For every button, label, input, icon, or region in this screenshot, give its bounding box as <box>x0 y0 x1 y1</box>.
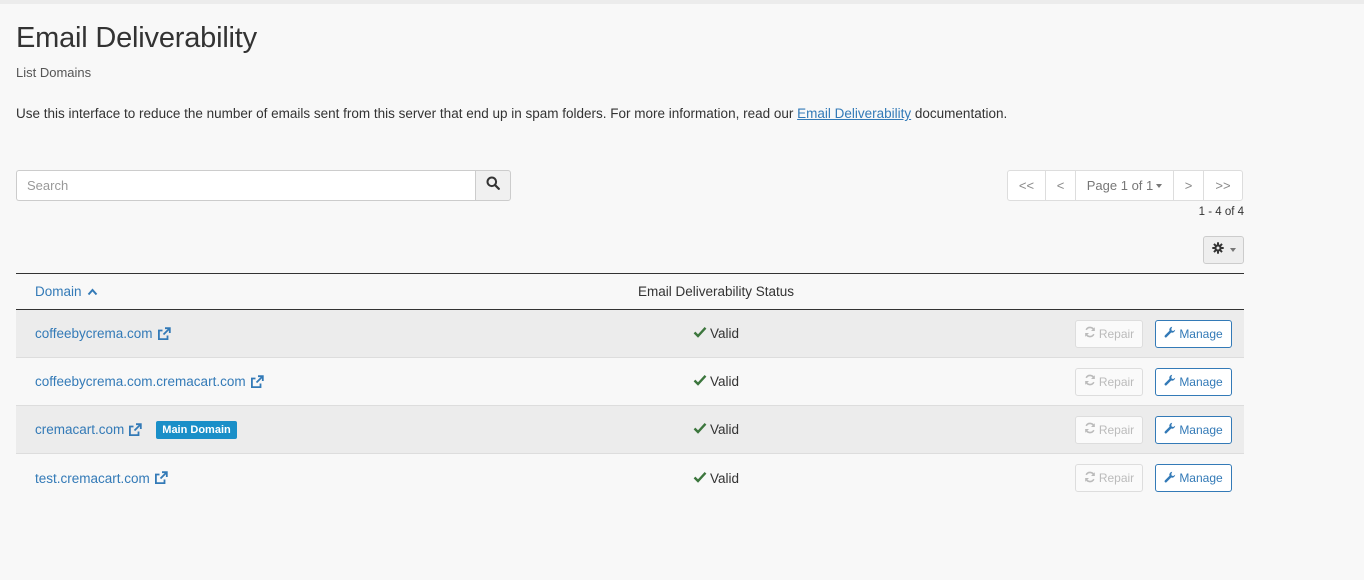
status-text: Valid <box>709 422 740 437</box>
check-icon <box>693 422 707 437</box>
repair-label: Repair <box>1098 471 1135 485</box>
chevron-up-icon <box>87 284 98 299</box>
wrench-icon <box>1164 374 1176 389</box>
check-icon <box>693 374 707 389</box>
status-cell: Valid <box>516 374 916 389</box>
pagination: << < Page 1 of 1 > >> <box>1007 170 1243 201</box>
manage-button[interactable]: Manage <box>1155 415 1232 444</box>
repair-button: Repair <box>1075 319 1143 348</box>
table-row: test.cremacart.com Valid Repair Manage <box>16 454 1244 502</box>
domain-link[interactable]: cremacart.com <box>35 422 124 437</box>
table-row: cremacart.com Main Domain Valid Repair M… <box>16 406 1244 454</box>
manage-button[interactable]: Manage <box>1155 464 1232 492</box>
domain-link[interactable]: test.cremacart.com <box>35 471 150 486</box>
settings-button[interactable] <box>1203 236 1244 264</box>
main-domain-badge: Main Domain <box>156 420 237 439</box>
domain-column-header: Domain <box>35 284 82 299</box>
manage-button[interactable]: Manage <box>1155 319 1232 348</box>
results-range: 1 - 4 of 4 <box>1198 206 1244 218</box>
manage-label: Manage <box>1179 471 1223 485</box>
next-page-button[interactable]: > <box>1174 171 1204 200</box>
domain-link[interactable]: coffeebycrema.com.cremacart.com <box>35 374 246 389</box>
refresh-icon <box>1084 326 1096 341</box>
status-text: Valid <box>709 326 740 341</box>
intro-text-after: documentation. <box>911 106 1008 121</box>
page-title: Email Deliverability <box>16 22 257 54</box>
domain-cell: coffeebycrema.com.cremacart.com <box>16 374 516 389</box>
refresh-icon <box>1084 422 1096 437</box>
refresh-icon <box>1084 374 1096 389</box>
check-icon <box>693 471 707 486</box>
table-row: coffeebycrema.com Valid Repair Manage <box>16 310 1244 358</box>
repair-label: Repair <box>1098 374 1135 389</box>
check-icon <box>693 326 707 341</box>
table-body: coffeebycrema.com Valid Repair Manage co… <box>16 310 1244 502</box>
domain-cell: test.cremacart.com <box>16 471 516 486</box>
status-text: Valid <box>709 470 740 486</box>
domain-cell: coffeebycrema.com <box>16 326 516 341</box>
manage-label: Manage <box>1179 374 1223 389</box>
search-button[interactable] <box>475 170 511 201</box>
domain-cell: cremacart.com Main Domain <box>16 420 516 439</box>
manage-label: Manage <box>1179 326 1223 341</box>
table-row: coffeebycrema.com.cremacart.com Valid Re… <box>16 358 1244 406</box>
status-cell: Valid <box>516 326 916 341</box>
refresh-icon <box>1084 471 1096 486</box>
external-link-icon[interactable] <box>154 471 168 485</box>
repair-label: Repair <box>1098 326 1135 341</box>
status-cell: Valid <box>516 422 916 437</box>
email-deliverability-doc-link[interactable]: Email Deliverability <box>797 106 911 121</box>
domain-link[interactable]: coffeebycrema.com <box>35 326 153 341</box>
repair-button: Repair <box>1075 367 1143 396</box>
domains-table: Domain Email Deliverability Status coffe… <box>16 273 1244 502</box>
external-link-icon[interactable] <box>250 374 264 389</box>
last-page-button[interactable]: >> <box>1204 171 1242 200</box>
top-border <box>0 0 1364 4</box>
repair-label: Repair <box>1098 422 1135 437</box>
page-subtitle: List Domains <box>16 65 92 80</box>
status-text: Valid <box>709 374 740 389</box>
external-link-icon[interactable] <box>157 326 171 341</box>
wrench-icon <box>1164 471 1176 486</box>
actions-cell: Repair Manage <box>916 319 1244 348</box>
search-icon <box>486 176 500 195</box>
actions-cell: Repair Manage <box>916 464 1244 492</box>
caret-down-icon <box>1229 248 1236 252</box>
manage-button[interactable]: Manage <box>1155 367 1232 396</box>
search-bar <box>16 170 511 201</box>
first-page-button[interactable]: << <box>1008 171 1046 200</box>
page-select-label: Page 1 of 1 <box>1086 178 1154 193</box>
actions-cell: Repair Manage <box>916 415 1244 444</box>
sort-by-domain[interactable]: Domain <box>16 284 516 299</box>
status-column-header: Email Deliverability Status <box>637 284 795 299</box>
page-select[interactable]: Page 1 of 1 <box>1076 171 1174 200</box>
prev-page-button[interactable]: < <box>1046 171 1076 200</box>
actions-cell: Repair Manage <box>916 367 1244 396</box>
caret-down-icon <box>1156 183 1163 188</box>
manage-label: Manage <box>1179 422 1223 437</box>
wrench-icon <box>1164 422 1176 437</box>
repair-button: Repair <box>1075 415 1143 444</box>
search-input[interactable] <box>16 170 475 201</box>
intro-text: Use this interface to reduce the number … <box>16 106 1007 121</box>
intro-text-before: Use this interface to reduce the number … <box>16 106 798 121</box>
gear-icon <box>1211 241 1224 259</box>
wrench-icon <box>1164 326 1176 341</box>
status-cell: Valid <box>516 471 916 486</box>
external-link-icon[interactable] <box>128 422 142 437</box>
table-header: Domain Email Deliverability Status <box>16 273 1244 310</box>
repair-button: Repair <box>1075 464 1143 492</box>
